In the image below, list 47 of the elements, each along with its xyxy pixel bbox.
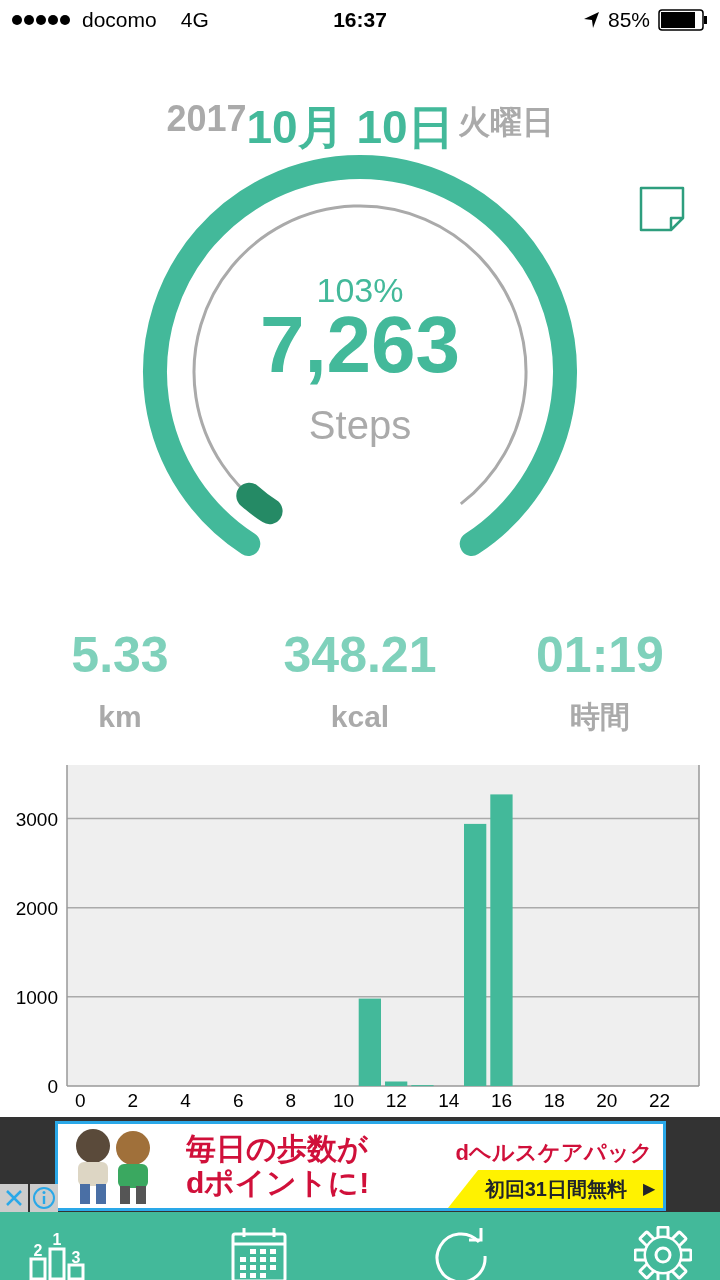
x-axis-label: 12 bbox=[385, 1090, 407, 1111]
calories-value: 348.21 bbox=[282, 630, 438, 680]
network-type: 4G bbox=[180, 7, 209, 34]
refresh-icon[interactable] bbox=[432, 1225, 489, 1280]
close-icon[interactable] bbox=[0, 1184, 28, 1212]
ad-offer-text: 初回31日間無料 bbox=[484, 1177, 627, 1202]
calendar-icon[interactable] bbox=[231, 1226, 288, 1280]
date-month-day: 10月 10日 bbox=[246, 104, 454, 150]
status-time: 16:37 bbox=[332, 7, 388, 34]
ad-banner[interactable]: 毎日の歩数が dポイントに! dヘルスケアパック 初回31日間無料 ▶ bbox=[55, 1121, 666, 1211]
calories-unit: kcal bbox=[329, 699, 391, 735]
duration-value: 01:19 bbox=[535, 630, 665, 680]
y-axis-label: 0 bbox=[47, 1076, 58, 1097]
chart-bar bbox=[385, 1081, 408, 1086]
note-icon[interactable] bbox=[639, 186, 685, 232]
inner-progress-arc bbox=[236, 482, 283, 525]
x-axis-label: 0 bbox=[74, 1090, 86, 1111]
x-axis-label: 2 bbox=[127, 1090, 139, 1111]
ad-arrow: ▶ bbox=[643, 1179, 655, 1199]
x-axis-label: 8 bbox=[285, 1090, 297, 1111]
distance-value: 5.33 bbox=[70, 630, 170, 680]
y-axis-label: 3000 bbox=[15, 808, 58, 830]
ad-headline: 毎日の歩数が bbox=[186, 1131, 369, 1166]
x-axis-label: 20 bbox=[596, 1090, 618, 1111]
date-year: 2017 bbox=[166, 97, 247, 141]
x-axis-label: 18 bbox=[543, 1090, 565, 1111]
x-axis-label: 14 bbox=[438, 1090, 460, 1111]
x-axis-label: 4 bbox=[180, 1090, 191, 1111]
x-axis-label: 10 bbox=[332, 1090, 355, 1111]
steps-label: Steps bbox=[308, 403, 412, 447]
battery-icon bbox=[658, 9, 708, 31]
distance-unit: km bbox=[97, 699, 143, 735]
x-axis-label: 22 bbox=[648, 1090, 671, 1111]
settings-icon[interactable] bbox=[634, 1225, 692, 1280]
percent-text: 103% bbox=[316, 271, 404, 309]
duration-unit: 時間 bbox=[569, 699, 631, 735]
y-axis-label: 2000 bbox=[15, 897, 58, 919]
y-axis-label: 1000 bbox=[15, 986, 58, 1008]
location-icon bbox=[582, 11, 600, 29]
ad-headline: dポイントに! bbox=[186, 1166, 371, 1201]
battery-percent: 85% bbox=[607, 7, 650, 34]
carrier-name: docomo bbox=[82, 7, 157, 34]
x-axis-label: 6 bbox=[232, 1090, 244, 1111]
x-axis-label: 16 bbox=[490, 1090, 513, 1111]
date-weekday: 火曜日 bbox=[457, 103, 554, 142]
info-icon[interactable] bbox=[30, 1184, 58, 1212]
ad-brand: dヘルスケアパック bbox=[455, 1139, 653, 1167]
